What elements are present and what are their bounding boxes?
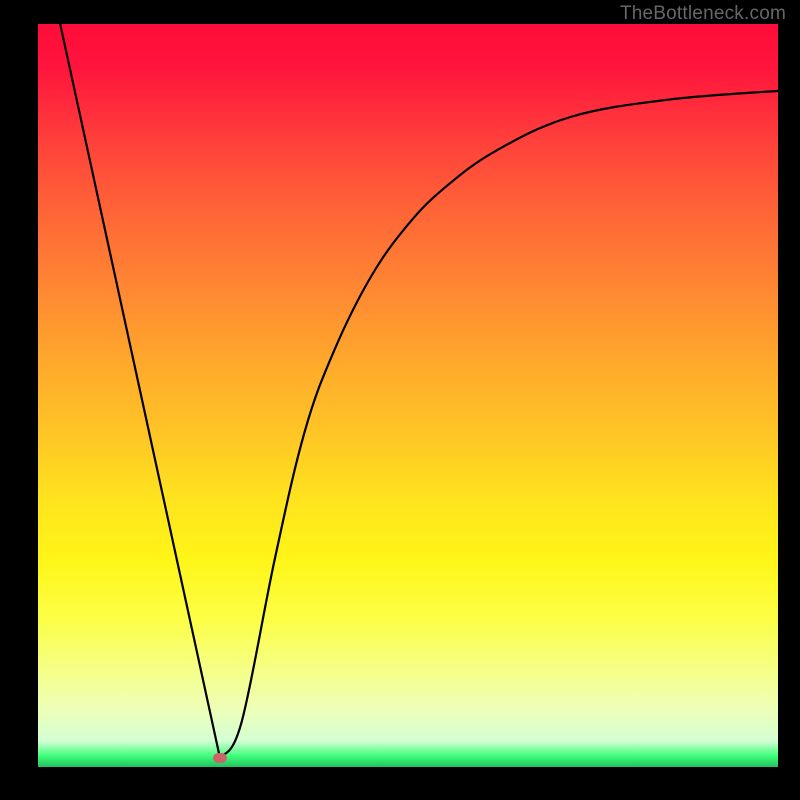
bottleneck-curve [60,24,778,758]
optimal-point-marker [213,753,227,763]
watermark-text: TheBottleneck.com [620,3,786,25]
plot-area [38,24,778,767]
curve-layer [38,24,778,767]
